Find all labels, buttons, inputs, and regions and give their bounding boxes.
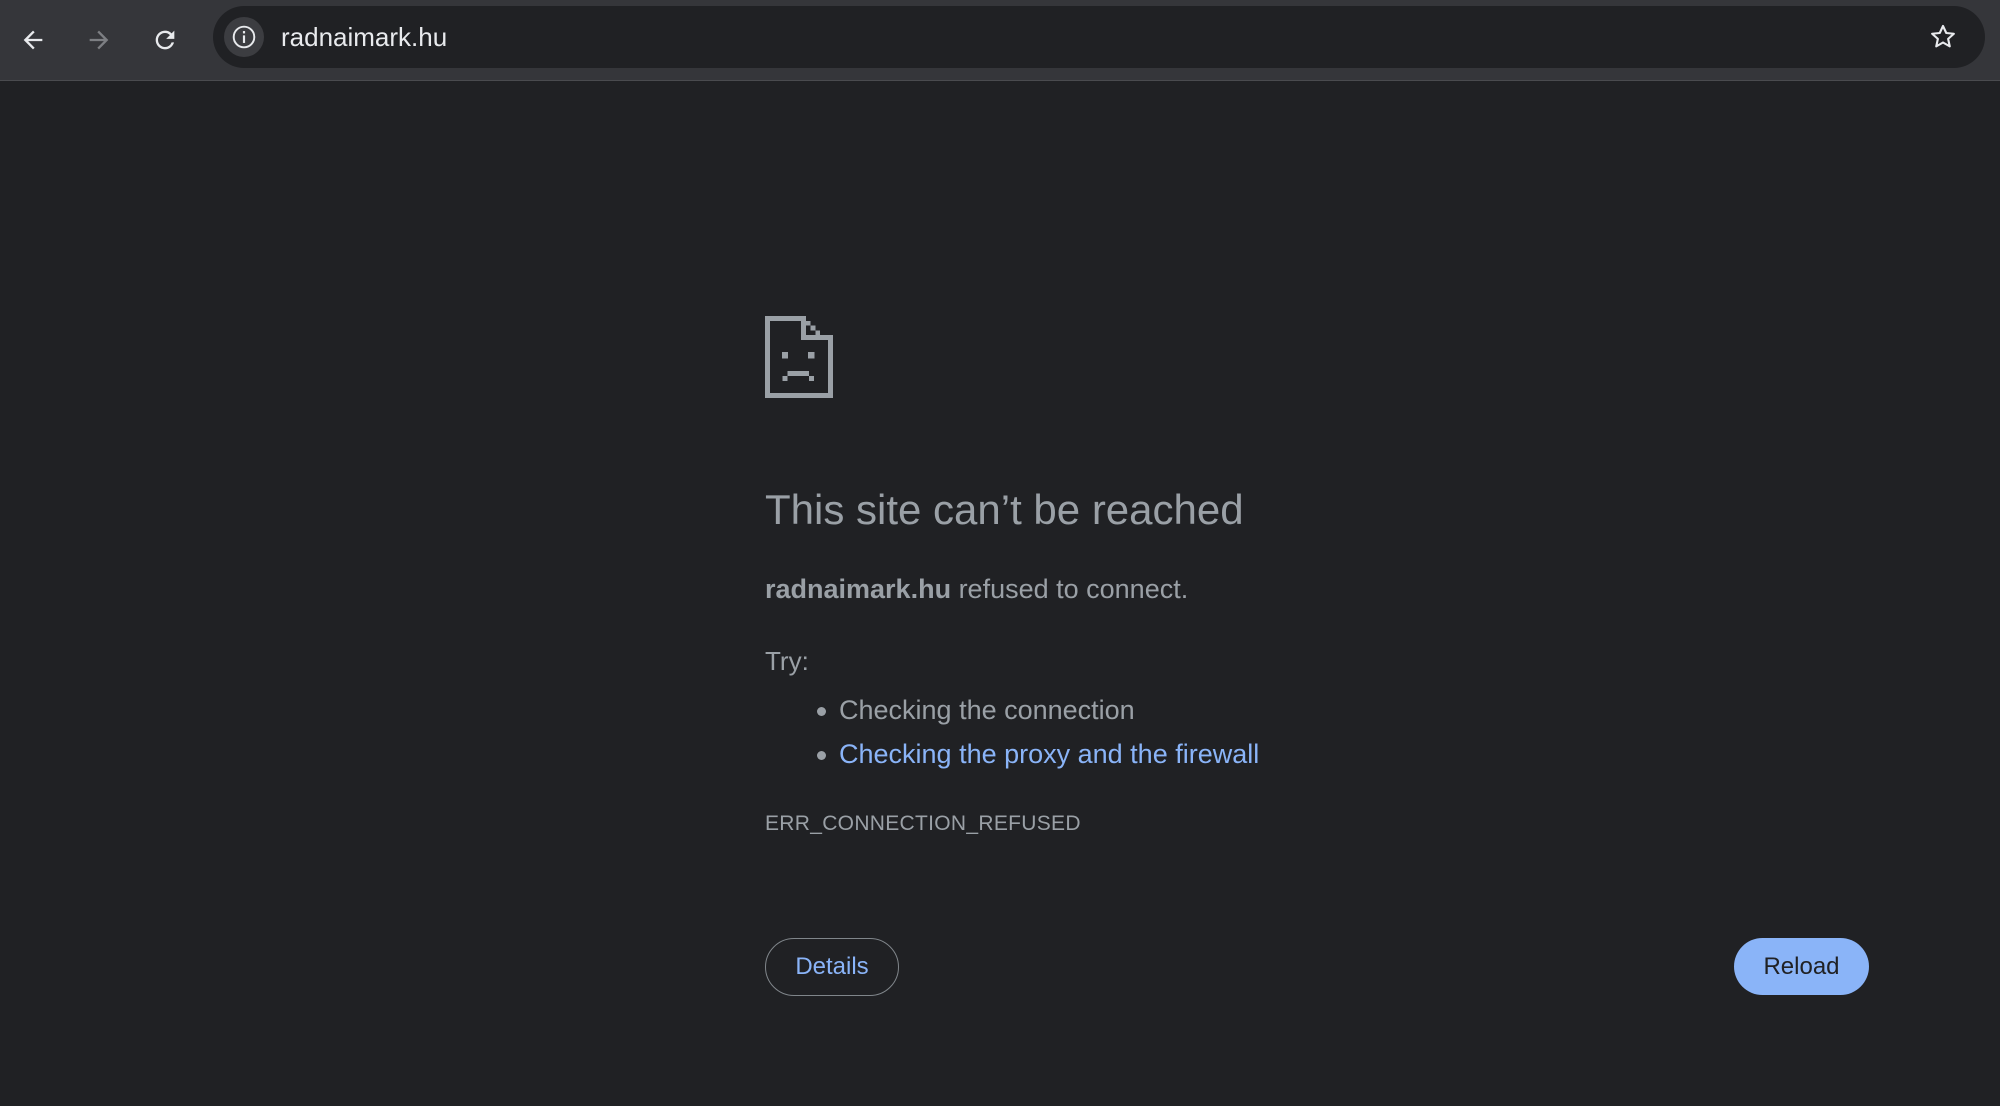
reload-icon — [155, 30, 175, 50]
details-button[interactable]: Details — [765, 938, 899, 996]
try-label: Try: — [765, 646, 809, 676]
forward-button[interactable] — [77, 18, 121, 62]
error-title: This site can’t be reached — [765, 486, 1244, 533]
error-summary-text: refused to connect. — [951, 574, 1189, 604]
address-bar[interactable]: radnaimark.hu — [213, 6, 1985, 68]
error-host: radnaimark.hu — [765, 574, 952, 604]
star-icon — [1931, 24, 1955, 48]
error-code: ERR_CONNECTION_REFUSED — [765, 812, 1081, 835]
forward-arrow-icon — [89, 30, 109, 50]
suggestion-check-proxy-link[interactable]: Checking the proxy and the firewall — [816, 732, 1259, 776]
info-icon — [232, 25, 256, 49]
bookmark-button[interactable] — [1923, 17, 1963, 57]
error-summary: radnaimark.hu refused to connect. — [765, 574, 1188, 605]
reload-nav-button[interactable] — [143, 18, 187, 62]
sad-document-icon — [765, 316, 833, 398]
back-arrow-icon — [23, 30, 43, 50]
site-info-button[interactable] — [224, 17, 264, 57]
back-button[interactable] — [11, 18, 55, 62]
reload-button[interactable]: Reload — [1734, 938, 1869, 995]
browser-toolbar: radnaimark.hu — [0, 0, 2000, 81]
suggestions-list: Checking the connection Checking the pro… — [765, 688, 1259, 776]
url-text[interactable]: radnaimark.hu — [281, 6, 447, 68]
suggestion-check-connection: Checking the connection — [816, 688, 1259, 732]
